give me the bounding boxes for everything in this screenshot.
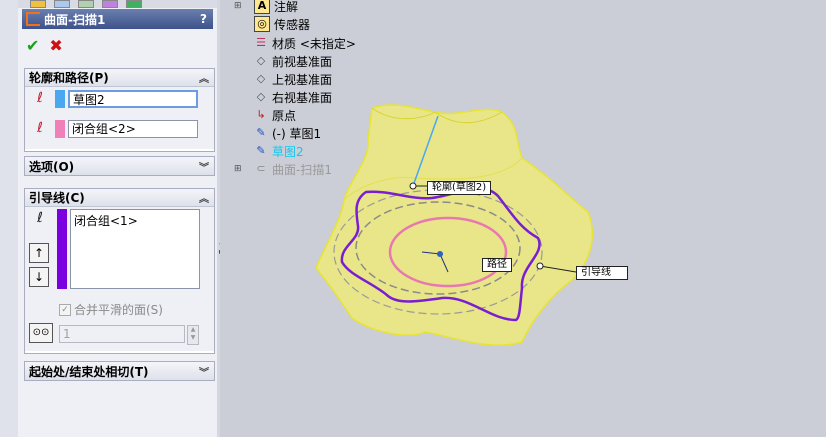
section-header[interactable]: 轮廓和路径(P) ︽: [25, 69, 214, 87]
sketch-icon: ✎: [256, 126, 266, 139]
feature-title-bar: 曲面-扫描1 ?: [22, 9, 213, 29]
spinner-arrows-icon[interactable]: ▲ ▼: [187, 325, 199, 345]
plane-icon: ◇: [256, 90, 266, 103]
section-title: 选项(O): [29, 159, 75, 174]
tree-item-sketch1[interactable]: ✎ (-) 草图1: [254, 124, 321, 142]
path-callout[interactable]: 路径: [482, 258, 512, 272]
tree-item-front-plane[interactable]: ◇ 前视基准面: [254, 52, 332, 70]
tab-feature-manager[interactable]: [30, 0, 46, 8]
chevron-up-icon[interactable]: ︽: [199, 190, 209, 205]
merge-label: 合并平滑的面(S): [74, 303, 163, 317]
guide-curve-icon: ℓ: [37, 210, 43, 226]
section-header[interactable]: 引导线(C) ︽: [25, 189, 214, 207]
show-sections-button[interactable]: ⊙⊙: [29, 323, 53, 343]
callout-anchor: [409, 182, 417, 190]
tree-item-origin[interactable]: ↳ 原点: [254, 106, 296, 124]
origin-icon: ↳: [256, 108, 266, 121]
profile-icon: ℓ: [37, 90, 43, 106]
ok-button[interactable]: ✔: [26, 36, 39, 56]
tree-item-material[interactable]: ☰ 材质 <未指定>: [254, 34, 356, 52]
tab-dimxpert[interactable]: [102, 0, 118, 8]
expand-icon[interactable]: ⊞: [234, 1, 242, 11]
ok-cancel-row: ✔ ✖: [26, 36, 63, 56]
section-title: 引导线(C): [29, 191, 85, 205]
profile-path-section: 轮廓和路径(P) ︽ ℓ 草图2 ℓ 闭合组<2>: [24, 68, 215, 152]
profile-callout[interactable]: 轮廓(草图2): [427, 181, 492, 195]
sweep-surface-icon: ⊂: [256, 162, 266, 175]
cancel-button[interactable]: ✖: [49, 36, 62, 56]
origin-marker-icon: [437, 251, 443, 257]
guide-color-swatch: [57, 209, 67, 289]
feature-title: 曲面-扫描1: [44, 12, 106, 27]
section-title: 起始处/结束处相切(T): [29, 364, 149, 379]
tangency-section: 起始处/结束处相切(T) ︾: [24, 361, 215, 381]
help-button[interactable]: ?: [200, 12, 207, 26]
sweep-surface-icon: [26, 12, 40, 26]
material-icon: ☰: [256, 36, 266, 49]
callout-anchor: [536, 262, 544, 270]
manager-tabs[interactable]: [18, 0, 217, 8]
tree-item-top-plane[interactable]: ◇ 上视基准面: [254, 70, 332, 88]
path-icon: ℓ: [37, 120, 43, 136]
sensor-icon: ◎: [254, 16, 270, 32]
tab-display[interactable]: [126, 0, 142, 8]
list-item[interactable]: 闭合组<1>: [74, 214, 138, 228]
sections-spinner[interactable]: 1: [59, 325, 185, 343]
annotations-icon: A: [254, 0, 270, 14]
chevron-down-icon[interactable]: ︾: [199, 159, 209, 174]
guide-curves-section: 引导线(C) ︽ ℓ 闭合组<1> ↑ ↓ ✓ 合并平滑的面(S) ⊙⊙ 1 ▲…: [24, 188, 215, 354]
chevron-up-icon[interactable]: ︽: [199, 70, 209, 85]
merge-checkbox[interactable]: ✓: [59, 303, 71, 316]
merge-smooth-faces-option[interactable]: ✓ 合并平滑的面(S): [59, 301, 163, 318]
profile-color-swatch: [55, 90, 65, 108]
tab-configuration[interactable]: [78, 0, 94, 8]
tree-item-sketch2[interactable]: ✎ 草图2: [254, 142, 303, 160]
tree-item-sensors[interactable]: ◎ 传感器: [254, 15, 310, 33]
expand-icon[interactable]: ⊞: [234, 164, 242, 174]
tree-item-annotations[interactable]: ⊞ A 注解: [234, 0, 298, 15]
options-section: 选项(O) ︾: [24, 156, 215, 176]
path-color-swatch: [55, 120, 65, 138]
graphics-area[interactable]: 轮廓(草图2) 路径 引导线 ⊞ A 注解 ◎ 传感器 ☰ 材质 <未指定> ◇…: [220, 0, 826, 437]
path-field[interactable]: 闭合组<2>: [68, 120, 198, 138]
tab-property-manager[interactable]: [54, 0, 70, 8]
move-up-button[interactable]: ↑: [29, 243, 49, 263]
tree-item-right-plane[interactable]: ◇ 右视基准面: [254, 88, 332, 106]
move-down-button[interactable]: ↓: [29, 267, 49, 287]
profile-field[interactable]: 草图2: [68, 90, 198, 108]
guide-callout[interactable]: 引导线: [576, 266, 628, 280]
chevron-down-icon[interactable]: ︾: [199, 364, 209, 379]
plane-icon: ◇: [256, 72, 266, 85]
section-header[interactable]: 起始处/结束处相切(T) ︾: [25, 362, 214, 380]
left-toolbar-strip: [0, 0, 19, 437]
property-manager: 曲面-扫描1 ? ✔ ✖ 轮廓和路径(P) ︽ ℓ 草图2 ℓ 闭合组<2> 选…: [18, 0, 218, 437]
guide-curves-list[interactable]: 闭合组<1>: [70, 209, 200, 289]
plane-icon: ◇: [256, 54, 266, 67]
sketch-icon: ✎: [256, 144, 266, 157]
section-title: 轮廓和路径(P): [29, 71, 109, 85]
tree-item-sweep[interactable]: ⊞ ⊂ 曲面-扫描1: [234, 160, 332, 178]
section-header[interactable]: 选项(O) ︾: [25, 157, 214, 175]
